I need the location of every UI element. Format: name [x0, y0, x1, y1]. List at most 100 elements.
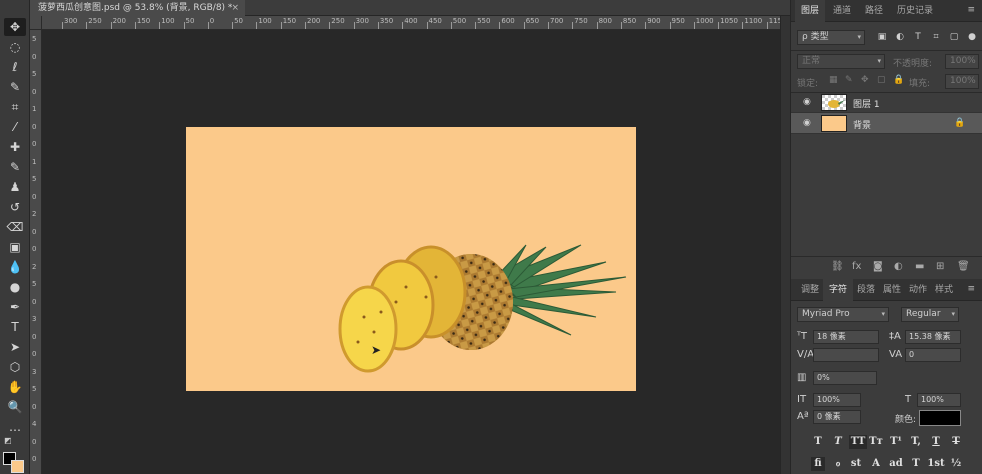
- baseline-shift-input[interactable]: 0 像素: [813, 410, 861, 424]
- document-canvas[interactable]: [186, 127, 636, 391]
- font-style-select[interactable]: Regular ▾: [901, 307, 959, 322]
- eyedropper-tool[interactable]: ⁄: [4, 118, 26, 136]
- document-tab[interactable]: 菠萝西瓜创意图.psd @ 53.8% (背景, RGB/8) * ×: [30, 0, 245, 16]
- faux-italic-button[interactable]: T: [831, 435, 845, 449]
- discretionary-ligatures-button[interactable]: st: [849, 457, 863, 471]
- fx-icon[interactable]: fx: [852, 261, 861, 272]
- ordinals-button[interactable]: 1st: [927, 457, 945, 471]
- healing-brush-tool[interactable]: ✚: [4, 138, 26, 156]
- visibility-eye-icon[interactable]: ◉: [803, 118, 811, 128]
- layer-row-1[interactable]: ◉ 图层 1: [791, 92, 982, 113]
- superscript-button[interactable]: T¹: [889, 435, 903, 449]
- tab-history[interactable]: 历史记录: [891, 0, 939, 22]
- link-icon[interactable]: ⛓: [831, 261, 844, 272]
- fill-input[interactable]: 100%: [945, 74, 979, 89]
- layer-filter-select[interactable]: ρ 类型 ▾: [797, 30, 865, 45]
- fractions-button[interactable]: ½: [949, 457, 963, 471]
- strikethrough-button[interactable]: T: [949, 435, 963, 449]
- ruler-tick-label: 150: [282, 17, 297, 25]
- new-layer-icon[interactable]: ⊞: [936, 261, 944, 272]
- layer-row-background[interactable]: ◉ 背景 🔒: [791, 113, 982, 134]
- panel-menu-icon[interactable]: ≡: [967, 5, 975, 15]
- vertical-scrollbar[interactable]: [780, 16, 790, 474]
- small-caps-button[interactable]: Tт: [869, 435, 883, 449]
- marquee-tool[interactable]: ◌: [4, 38, 26, 56]
- type-filter-icon[interactable]: T: [913, 32, 923, 42]
- crop-tool[interactable]: ⌗: [4, 98, 26, 116]
- divider: [791, 50, 982, 51]
- pixel-filter-icon[interactable]: ▣: [877, 32, 887, 42]
- tab-character[interactable]: 字符: [823, 279, 854, 301]
- adjustment-icon[interactable]: ◐: [894, 261, 903, 272]
- mask-icon[interactable]: ◙: [873, 261, 883, 272]
- vertical-ruler[interactable]: 5 0 5 0 1 0 0 1 5 0 2 0 0 2 5 0 3 0 0 3 5 0 4 0 0: [30, 30, 42, 474]
- ruler-tick: [450, 22, 452, 29]
- ruler-origin[interactable]: [30, 16, 42, 30]
- leading-input[interactable]: 15.38 像素: [905, 330, 961, 344]
- ruler-tick-label: 0: [32, 437, 37, 446]
- font-size-input[interactable]: 18 像素: [813, 330, 879, 344]
- adjustment-filter-icon[interactable]: ◐: [895, 32, 905, 42]
- tab-layers[interactable]: 图层: [795, 0, 826, 22]
- clone-stamp-tool[interactable]: ♟: [4, 178, 26, 196]
- all-caps-button[interactable]: TT: [849, 435, 867, 449]
- trash-icon[interactable]: 🗑: [957, 261, 970, 272]
- shape-tool[interactable]: ⬡: [4, 358, 26, 376]
- quick-select-tool[interactable]: ✎: [4, 78, 26, 96]
- group-icon[interactable]: ▬: [915, 261, 924, 272]
- blend-mode-select[interactable]: 正常 ▾: [797, 54, 885, 69]
- gradient-tool[interactable]: ▣: [4, 238, 26, 256]
- vertical-scale-input[interactable]: 100%: [813, 393, 861, 407]
- lock-image-icon[interactable]: ✎: [845, 75, 853, 85]
- type-tool[interactable]: T: [4, 318, 26, 336]
- tsume-input[interactable]: 0%: [813, 371, 877, 385]
- lock-artboard-icon[interactable]: ▢: [877, 75, 886, 85]
- lock-position-icon[interactable]: ✥: [861, 75, 869, 85]
- blur-tool[interactable]: 💧: [4, 258, 26, 276]
- tab-paths[interactable]: 路径: [859, 0, 889, 22]
- history-brush-tool[interactable]: ↺: [4, 198, 26, 216]
- smart-object-filter-icon[interactable]: ▢: [949, 32, 959, 42]
- titling-button[interactable]: T: [909, 457, 923, 471]
- filter-toggle-icon[interactable]: ●: [967, 32, 977, 42]
- panel-menu-icon[interactable]: ≡: [967, 284, 975, 294]
- subscript-button[interactable]: T,: [909, 435, 923, 449]
- lasso-tool[interactable]: ℓ: [4, 58, 26, 76]
- stylistic-alternates-button[interactable]: ad: [889, 457, 903, 471]
- more-tools[interactable]: …: [4, 418, 26, 436]
- hand-tool[interactable]: ✋: [4, 378, 26, 396]
- type-style-row: T T TT Tт T¹ T, T T: [797, 435, 977, 451]
- pen-tool[interactable]: ✒: [4, 298, 26, 316]
- tracking-input[interactable]: 0: [905, 348, 961, 362]
- lock-transparent-icon[interactable]: ▦: [829, 75, 838, 85]
- zoom-tool[interactable]: 🔍: [4, 398, 26, 416]
- shape-filter-icon[interactable]: ⌗: [931, 32, 941, 42]
- visibility-eye-icon[interactable]: ◉: [803, 97, 811, 107]
- tab-styles[interactable]: 样式: [929, 279, 959, 301]
- move-tool[interactable]: ✥: [4, 18, 26, 36]
- swash-button[interactable]: A: [869, 457, 883, 471]
- horizontal-scale-input[interactable]: 100%: [917, 393, 961, 407]
- ruler-tick-label: 50: [234, 17, 244, 25]
- path-select-tool[interactable]: ➤: [4, 338, 26, 356]
- ruler-tick: [523, 22, 525, 29]
- font-family-select[interactable]: Myriad Pro ▾: [797, 307, 889, 322]
- ligatures-button[interactable]: fi: [811, 457, 825, 471]
- dodge-tool[interactable]: ●: [4, 278, 26, 296]
- kerning-input[interactable]: [813, 348, 879, 362]
- close-icon[interactable]: ×: [231, 0, 239, 16]
- underline-button[interactable]: T: [929, 435, 943, 449]
- text-color-swatch[interactable]: [919, 410, 961, 426]
- tab-channels[interactable]: 通道: [827, 0, 857, 22]
- default-colors-icon[interactable]: ◩: [4, 436, 12, 445]
- lock-all-icon[interactable]: 🔒: [893, 75, 904, 85]
- old-style-button[interactable]: ℴ: [831, 457, 845, 471]
- faux-bold-button[interactable]: T: [811, 435, 825, 449]
- brush-tool[interactable]: ✎: [4, 158, 26, 176]
- background-color-swatch[interactable]: [11, 460, 24, 473]
- eraser-tool[interactable]: ⌫: [4, 218, 26, 236]
- tab-adjustments[interactable]: 调整: [795, 279, 825, 301]
- ruler-tick-label: 750: [574, 17, 588, 25]
- horizontal-ruler[interactable]: 300 250 200 150 100 50 0 50 100 150 200 250 300 350 40…: [42, 16, 780, 30]
- opacity-input[interactable]: 100%: [945, 54, 979, 69]
